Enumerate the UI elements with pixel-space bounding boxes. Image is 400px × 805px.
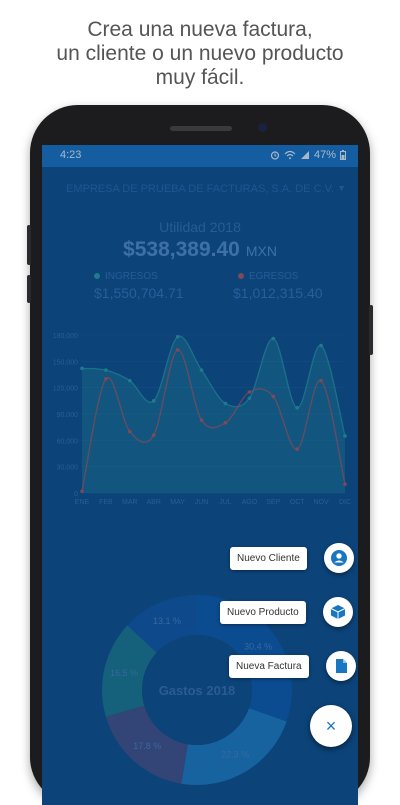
new-client-label[interactable]: Nuevo Cliente (230, 546, 307, 570)
new-invoice-button[interactable] (325, 651, 356, 681)
close-icon: × (325, 715, 337, 736)
fab-overlay-scrim[interactable] (42, 145, 358, 805)
fab-row-new-product[interactable]: Nuevo Producto (220, 597, 353, 627)
app-screen: 4:23 47% EMPRESA DE PRUEBA DE FACTURAS, … (42, 145, 358, 805)
new-product-button[interactable] (322, 597, 353, 627)
promo-headline: Crea una nueva factura, un cliente o un … (0, 18, 400, 90)
fab-row-new-invoice[interactable]: Nueva Factura (229, 651, 356, 681)
new-client-button[interactable] (323, 543, 354, 573)
fab-row-new-client[interactable]: Nuevo Cliente (230, 543, 354, 573)
box-icon (330, 605, 345, 619)
phone-frame: 4:23 47% EMPRESA DE PRUEBA DE FACTURAS, … (27, 105, 373, 805)
headline-line-3: muy fácil. (155, 66, 245, 89)
new-invoice-label[interactable]: Nueva Factura (229, 654, 309, 678)
phone-speaker (170, 126, 232, 131)
phone-camera (258, 123, 267, 132)
power-button (369, 305, 373, 355)
new-product-label[interactable]: Nuevo Producto (220, 600, 306, 624)
bixby-button (27, 275, 31, 303)
account-circle-icon (330, 550, 347, 566)
close-fab-button[interactable]: × (310, 705, 352, 747)
headline-line-2: un cliente o un nuevo producto (56, 42, 344, 65)
volume-button (27, 225, 31, 265)
document-icon (335, 659, 347, 673)
headline-line-1: Crea una nueva factura, (87, 18, 313, 41)
